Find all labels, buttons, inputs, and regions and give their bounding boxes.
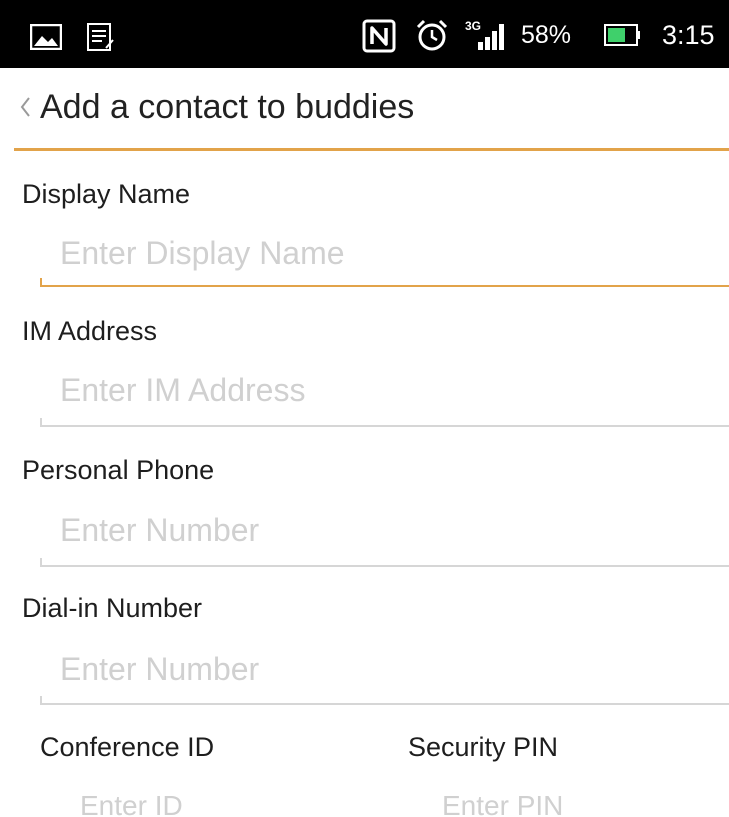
battery-icon — [604, 24, 640, 46]
im-address-underline — [40, 418, 729, 427]
conference-id-input[interactable] — [80, 786, 330, 817]
screen: 3G 58% 3:15 Add a contact to buddies Dis… — [0, 0, 729, 817]
dial-in-number-input[interactable] — [60, 648, 720, 690]
status-bar: 3G 58% 3:15 — [0, 0, 729, 68]
security-pin-label: Security PIN — [408, 732, 559, 762]
page-title[interactable]: Add a contact to buddies — [40, 86, 414, 128]
header-divider — [14, 148, 729, 151]
im-address-label: IM Address — [22, 316, 158, 346]
conference-id-label: Conference ID — [40, 732, 215, 762]
alarm-icon — [416, 19, 448, 51]
signal-icon: 3G — [465, 19, 504, 50]
personal-phone-label: Personal Phone — [22, 455, 215, 485]
display-name-underline — [40, 278, 729, 287]
status-time: 3:15 — [662, 20, 715, 50]
dial-in-number-underline — [40, 696, 729, 705]
nfc-icon — [362, 19, 396, 53]
security-pin-input[interactable] — [442, 786, 692, 817]
notes-icon — [87, 23, 114, 51]
back-chevron-icon[interactable] — [18, 95, 32, 119]
gallery-icon — [30, 24, 62, 50]
display-name-input[interactable] — [60, 232, 720, 274]
app-header: Add a contact to buddies — [0, 68, 729, 148]
personal-phone-underline — [40, 558, 729, 567]
personal-phone-input[interactable] — [60, 509, 720, 551]
battery-percent: 58% — [521, 21, 572, 49]
im-address-input[interactable] — [60, 369, 720, 411]
network-type-text: 3G — [465, 19, 481, 33]
dial-in-number-label: Dial-in Number — [22, 593, 203, 623]
display-name-label: Display Name — [22, 179, 191, 209]
